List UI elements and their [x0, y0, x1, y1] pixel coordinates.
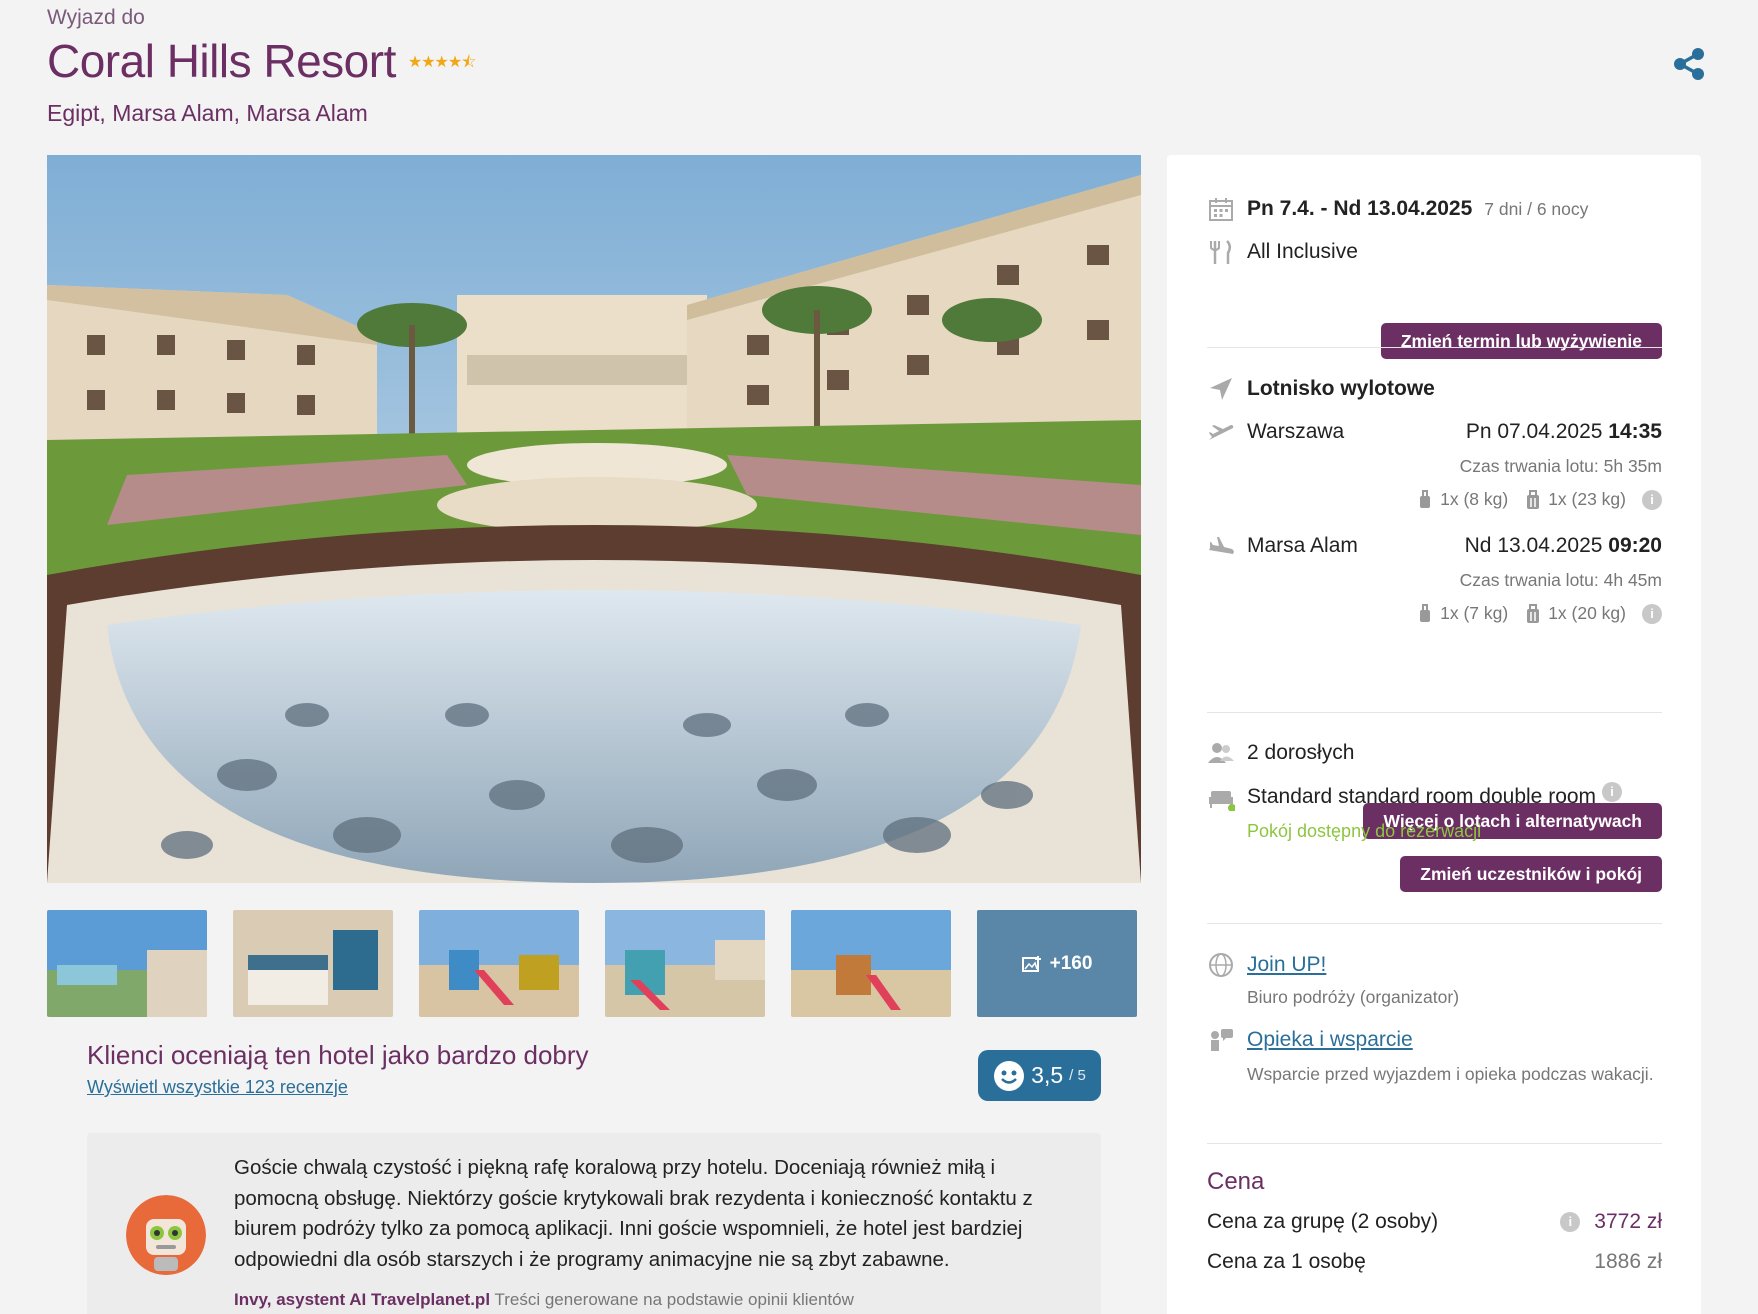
- gallery-icon: [1021, 955, 1041, 972]
- room-availability: Pokój dostępny do rezerwacji: [1247, 821, 1482, 841]
- inbound-checked-luggage: 1x (20 kg): [1548, 603, 1626, 623]
- rating-score: 3,5: [1031, 1062, 1064, 1088]
- thumbnail-photo[interactable]: [233, 910, 393, 1017]
- outbound-duration: Czas trwania lotu: 5h 35m: [1459, 456, 1662, 476]
- inbound-date: Nd 13.04.2025: [1464, 534, 1603, 557]
- outbound-time: 14:35: [1608, 420, 1662, 443]
- divider: [1207, 712, 1662, 713]
- inbound-hand-luggage: 1x (7 kg): [1440, 603, 1509, 623]
- plane-landing-icon: [1209, 537, 1234, 554]
- organizer-role: Biuro podróży (organizator): [1247, 987, 1460, 1007]
- rating-badge: 3,5 / 5: [978, 1050, 1101, 1101]
- share-icon[interactable]: [1671, 46, 1707, 82]
- people-icon: [1208, 743, 1234, 763]
- page-header: Wyjazd do Coral Hills Resort ★★★★⯪ Egipt…: [47, 6, 1707, 127]
- star-rating-icon: ★★★★⯪: [407, 53, 477, 71]
- support-icon: [1211, 1029, 1233, 1051]
- divider: [1207, 1143, 1662, 1144]
- support-link[interactable]: Opieka i wsparcie: [1247, 1028, 1413, 1052]
- organizer-link[interactable]: Join UP!: [1247, 953, 1326, 977]
- price-group-value: 3772 zł: [1594, 1210, 1662, 1233]
- all-reviews-link[interactable]: Wyświetl wszystkie 123 recenzje: [87, 1077, 348, 1098]
- cutlery-icon: [1210, 240, 1231, 264]
- plane-takeoff-icon: [1209, 425, 1234, 440]
- ai-note: Treści generowane na podstawie opinii kl…: [494, 1290, 854, 1309]
- info-icon[interactable]: i: [1602, 782, 1623, 802]
- trip-duration: 7 dni / 6 nocy: [1484, 198, 1589, 219]
- outbound-checked-luggage: 1x (23 kg): [1548, 489, 1626, 509]
- ai-credit: Invy, asystent AI Travelplanet.pl Treści…: [234, 1290, 854, 1310]
- thumbnail-photo[interactable]: [47, 910, 207, 1017]
- board-type: All Inclusive: [1247, 240, 1358, 263]
- price-heading: Cena: [1207, 1168, 1265, 1195]
- outbound-hand-luggage: 1x (8 kg): [1440, 489, 1509, 509]
- robot-avatar-icon: [126, 1195, 206, 1275]
- support-description: Wsparcie przed wyjazdem i opieka podczas…: [1247, 1064, 1654, 1084]
- outbound-date: Pn 07.04.2025: [1465, 420, 1603, 443]
- inbound-time: 09:20: [1608, 534, 1662, 557]
- reviews-summary: Klienci oceniają ten hotel jako bardzo d…: [87, 1040, 1101, 1101]
- change-term-button[interactable]: Zmień termin lub wyżywienie: [1380, 323, 1662, 359]
- thumbnail-photo[interactable]: [419, 910, 579, 1017]
- thumbnail-photo[interactable]: [605, 910, 765, 1017]
- hand-luggage-icon: [1420, 489, 1431, 508]
- inbound-city: Marsa Alam: [1247, 534, 1358, 557]
- price-person-value: 1886 zł: [1594, 1250, 1662, 1273]
- info-icon[interactable]: i: [1642, 489, 1662, 510]
- calendar-icon: [1209, 198, 1233, 221]
- ai-author: Invy, asystent AI Travelplanet.pl: [234, 1290, 491, 1309]
- participants-count: 2 dorosłych: [1247, 741, 1355, 764]
- inbound-duration: Czas trwania lotu: 4h 45m: [1459, 570, 1662, 590]
- photo-gallery: +160: [47, 155, 1141, 1017]
- suitcase-icon: [1527, 603, 1540, 623]
- ai-summary-text: Goście chwalą czystość i piękną rafę kor…: [234, 1156, 1033, 1271]
- pre-title: Wyjazd do: [47, 6, 145, 29]
- main-hotel-photo[interactable]: [47, 155, 1141, 883]
- navigation-arrow-icon: [1210, 378, 1232, 400]
- rating-max: / 5: [1069, 1067, 1086, 1084]
- booking-panel: Pn 7.4. - Nd 13.04.2025 7 dni / 6 nocy A…: [1167, 155, 1701, 1314]
- divider: [1207, 347, 1662, 348]
- suitcase-icon: [1527, 489, 1540, 509]
- info-icon[interactable]: i: [1642, 603, 1662, 624]
- price-group-label: Cena za grupę (2 osoby): [1207, 1210, 1439, 1233]
- change-participants-button[interactable]: Zmień uczestników i pokój: [1400, 856, 1662, 892]
- outbound-city: Warszawa: [1247, 420, 1345, 443]
- divider: [1207, 923, 1662, 924]
- more-photos-button[interactable]: +160: [977, 910, 1137, 1017]
- thumbnail-photo[interactable]: [791, 910, 951, 1017]
- globe-icon: [1209, 953, 1233, 977]
- reviews-title: Klienci oceniają ten hotel jako bardzo d…: [87, 1040, 589, 1070]
- ai-summary-box: Goście chwalą czystość i piękną rafę kor…: [87, 1133, 1101, 1314]
- price-person-label: Cena za 1 osobę: [1207, 1250, 1366, 1273]
- hand-luggage-icon: [1420, 603, 1431, 622]
- room-type: Standard standard room double room: [1247, 785, 1597, 808]
- hotel-location: Egipt, Marsa Alam, Marsa Alam: [47, 100, 368, 126]
- bed-icon: [1209, 791, 1235, 811]
- info-icon[interactable]: i: [1560, 1212, 1581, 1232]
- hotel-name: Coral Hills Resort: [47, 35, 396, 87]
- airport-label: Lotnisko wylotowe: [1247, 377, 1435, 400]
- smiley-icon: [994, 1060, 1025, 1091]
- thumbnail-strip: +160: [47, 910, 1141, 1017]
- more-photos-count: +160: [1049, 952, 1093, 974]
- trip-dates: Pn 7.4. - Nd 13.04.2025: [1247, 197, 1473, 220]
